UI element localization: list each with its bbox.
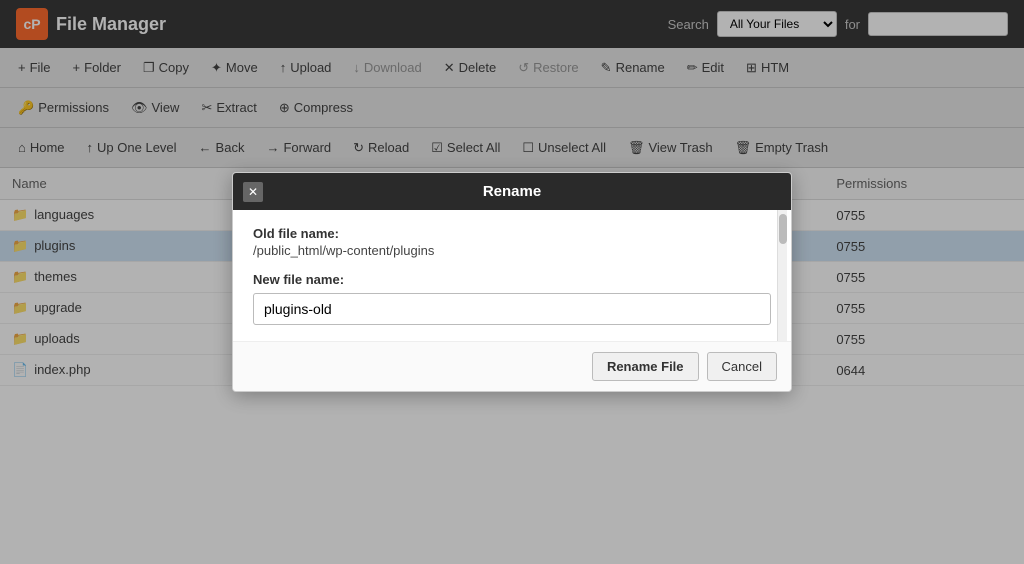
modal-footer: Rename File Cancel (233, 341, 791, 391)
modal-body: Old file name: /public_html/wp-content/p… (233, 210, 791, 341)
modal-overlay: ✕ Rename Old file name: /public_html/wp-… (0, 0, 1024, 564)
cancel-button[interactable]: Cancel (707, 352, 777, 381)
new-name-label: New file name: (253, 272, 771, 287)
modal-header: ✕ Rename (233, 173, 791, 210)
rename-file-button[interactable]: Rename File (592, 352, 699, 381)
new-name-input[interactable] (253, 293, 771, 325)
scroll-indicator (777, 210, 787, 341)
scroll-thumb (779, 214, 787, 244)
modal-title: Rename (483, 183, 541, 200)
rename-modal: ✕ Rename Old file name: /public_html/wp-… (232, 172, 792, 392)
modal-close-button[interactable]: ✕ (243, 182, 263, 202)
old-name-value: /public_html/wp-content/plugins (253, 243, 771, 258)
old-name-label: Old file name: (253, 226, 771, 241)
